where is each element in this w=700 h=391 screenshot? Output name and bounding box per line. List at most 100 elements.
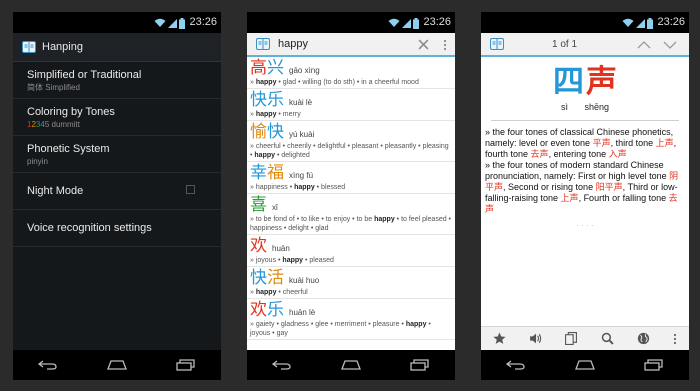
status-clock: 23:26 (657, 16, 685, 28)
search-input[interactable]: happy (278, 38, 308, 50)
definition-text: , third tone (610, 138, 656, 148)
result-pinyin: huān lè (289, 308, 316, 317)
result-definitions: » happy • glad • willing (to do sth) • i… (250, 78, 453, 87)
back-nav-icon (506, 360, 526, 370)
headword-char: 声 (586, 64, 617, 100)
recents-nav-button[interactable] (176, 359, 196, 371)
phone-settings-screen: 23:26 Hanping Simplified or Traditional … (13, 12, 221, 380)
definition-text: » gaiety • gladness • glee • merriment •… (250, 321, 406, 328)
chevron-up-icon[interactable] (637, 41, 651, 49)
hanzi-char: 兴 (267, 58, 284, 77)
headword-pinyin: sì shēng (560, 102, 610, 112)
search-panel: happy 高兴 gāo xìng » happy • glad • willing… (247, 33, 455, 350)
wifi-icon (388, 18, 400, 28)
close-icon[interactable] (418, 39, 429, 50)
chevron-down-icon[interactable] (663, 41, 677, 49)
back-nav-button[interactable] (506, 360, 526, 370)
night-mode-checkbox[interactable] (186, 185, 195, 194)
setting-title: Coloring by Tones (27, 106, 115, 118)
setting-phonetic-system[interactable]: Phonetic System pinyin (13, 136, 221, 173)
result-row[interactable]: 欢乐 huān lè » gaiety • gladness • glee • me… (247, 299, 455, 340)
tone-scheme-name: dummitt (49, 120, 80, 129)
phone-search-screen: 23:26 happy 高兴 gāo xìng » happy • glad • w… (247, 12, 455, 380)
overflow-menu-icon[interactable] (673, 333, 677, 345)
dictionary-app-icon[interactable] (490, 38, 504, 50)
matched-term: happy (255, 111, 277, 118)
chinese-term: 平声 (592, 138, 611, 148)
back-nav-icon (272, 360, 292, 370)
result-pinyin: kuài lè (289, 98, 313, 107)
hanzi-char: 快 (250, 268, 267, 287)
globe-icon[interactable] (637, 332, 650, 345)
definition-text: • glad • willing (to do sth) • in a chee… (276, 79, 419, 86)
setting-simplified-traditional[interactable]: Simplified or Traditional 简体 Simplified (13, 62, 221, 99)
home-nav-icon (341, 360, 361, 370)
hanzi-char: 欢 (250, 236, 267, 255)
home-nav-button[interactable] (107, 360, 127, 370)
status-clock: 23:26 (189, 16, 217, 28)
result-row[interactable]: 幸福 xìng fú » happiness • happy • blessed (247, 162, 455, 194)
definition-1: » the four tones of classical Chinese ph… (481, 121, 689, 160)
result-definitions: » happy • merry (250, 110, 453, 119)
battery-icon (179, 18, 185, 29)
definition-text: • merry (276, 111, 301, 118)
result-row[interactable]: 愉快 yú kuài » cheerful • cheerily • delight… (247, 121, 455, 162)
speaker-icon[interactable] (529, 332, 542, 345)
navigation-bar (247, 350, 455, 380)
hanzi-char: 愉 (250, 122, 267, 141)
back-nav-button[interactable] (38, 360, 58, 370)
signal-icon (402, 19, 411, 28)
action-bar: Hanping (13, 33, 221, 62)
home-nav-button[interactable] (341, 360, 361, 370)
result-pinyin: yú kuài (289, 130, 315, 139)
result-head: 愉快 yú kuài (250, 122, 455, 142)
recents-nav-button[interactable] (644, 359, 664, 371)
search-icon[interactable] (601, 332, 614, 345)
result-head: 快活 kuài huo (250, 268, 455, 288)
result-pinyin: kuài huo (289, 276, 320, 285)
result-head: 欢乐 huān lè (250, 300, 455, 320)
result-row[interactable]: 喜 xǐ » to be fond of • to like • to enjoy … (247, 194, 455, 235)
status-bar: 23:26 (247, 12, 455, 33)
result-definitions: » to be fond of • to like • to enjoy • t… (250, 215, 453, 233)
setting-voice-recognition[interactable]: Voice recognition settings (13, 210, 221, 247)
result-pinyin: huān (272, 244, 290, 253)
recents-nav-button[interactable] (410, 359, 430, 371)
result-head: 幸福 xìng fú (250, 163, 455, 183)
hanzi-char: 快 (250, 90, 267, 109)
back-nav-button[interactable] (272, 360, 292, 370)
definition-text: » happiness • (250, 184, 295, 191)
detail-toolbar (481, 326, 689, 350)
overflow-menu-icon[interactable] (443, 39, 447, 51)
battery-icon (647, 18, 653, 29)
chinese-term: 上声 (655, 138, 674, 148)
result-head: 快乐 kuài lè (250, 90, 455, 110)
home-nav-button[interactable] (575, 360, 595, 370)
setting-title: Simplified or Traditional (27, 69, 142, 81)
navigation-bar (481, 350, 689, 380)
result-row[interactable]: 快活 kuài huo » happy • cheerful (247, 267, 455, 299)
hanzi-char: 高 (250, 58, 267, 77)
result-row[interactable]: 高兴 gāo xìng » happy • glad • willing (to d… (247, 57, 455, 89)
star-icon[interactable] (493, 332, 506, 345)
navigation-bar (13, 350, 221, 380)
phone-detail-screen: 23:26 1 of 1 四声 sì shēng » the four tone… (481, 12, 689, 380)
wifi-icon (154, 18, 166, 28)
copy-icon[interactable] (565, 332, 578, 345)
dictionary-app-icon[interactable] (22, 41, 36, 53)
dictionary-app-icon[interactable] (256, 38, 270, 50)
detail-panel: 1 of 1 四声 sì shēng » the four tones of c… (481, 33, 689, 350)
result-row[interactable]: 欢 huān » joyous • happy • pleased (247, 235, 455, 267)
hanzi-char: 活 (267, 268, 284, 287)
setting-coloring-by-tones[interactable]: Coloring by Tones 12345 dummitt (13, 99, 221, 136)
setting-title: Voice recognition settings (27, 222, 152, 234)
result-row[interactable]: 快乐 kuài lè » happy • merry (247, 89, 455, 121)
chinese-term: 上声 (560, 193, 579, 203)
matched-term: happy (374, 216, 395, 223)
home-nav-icon (107, 360, 127, 370)
result-definitions: » cheerful • cheerily • delightful • ple… (250, 142, 453, 160)
hanzi-char: 乐 (267, 90, 284, 109)
setting-night-mode[interactable]: Night Mode (13, 173, 221, 210)
result-head: 喜 xǐ (250, 195, 455, 215)
result-pinyin: xìng fú (289, 171, 314, 180)
